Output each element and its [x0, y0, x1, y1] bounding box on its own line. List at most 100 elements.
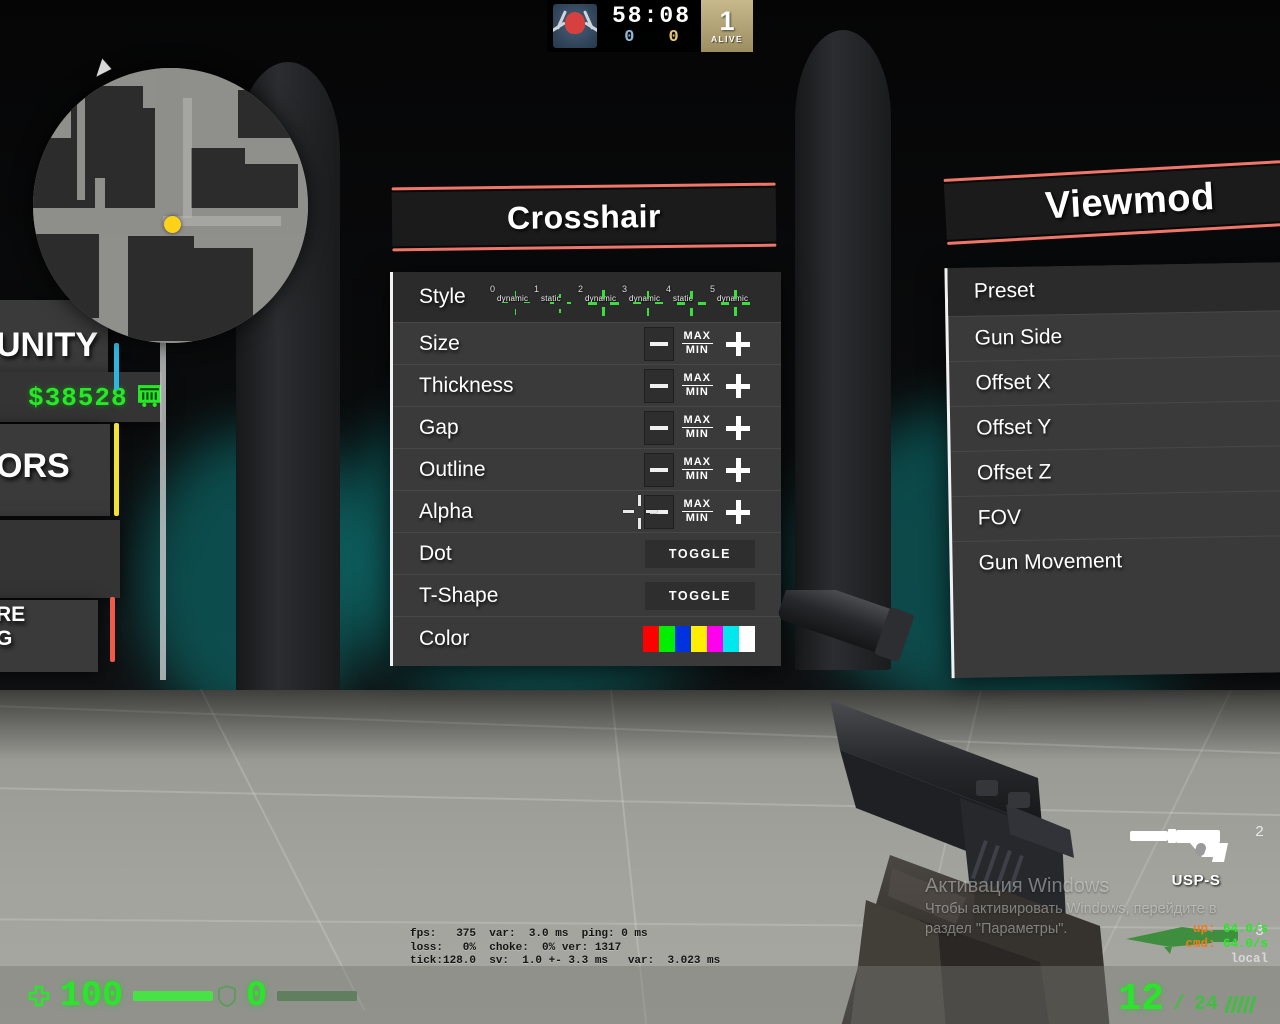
crosshair-row-thickness[interactable]: Thickness MAX MIN: [393, 364, 781, 406]
max-label[interactable]: MAX: [681, 330, 713, 344]
money-value: $38528: [28, 383, 128, 413]
color-swatch-green[interactable]: [659, 625, 675, 652]
style-option-2[interactable]: 2 dynamic: [578, 284, 623, 316]
min-label[interactable]: MIN: [686, 470, 709, 483]
color-swatches[interactable]: [643, 625, 755, 652]
alpha-increase-button[interactable]: [721, 494, 755, 530]
row-label: Preset: [973, 278, 1035, 303]
style-option-4[interactable]: 4 static: [666, 284, 711, 316]
outline-decrease-button[interactable]: [643, 452, 674, 487]
ammo-current: 12: [1118, 978, 1164, 1021]
color-swatch-magenta[interactable]: [707, 625, 723, 652]
row-label: Style: [419, 285, 466, 308]
viewmodel-row-offset-z[interactable]: Offset Z: [950, 444, 1280, 497]
row-label: Color: [419, 626, 470, 650]
health-cross-icon: [28, 985, 50, 1007]
viewmodel-row-offset-x[interactable]: Offset X: [949, 354, 1280, 407]
color-swatch-cyan[interactable]: [723, 625, 739, 652]
crosshair-row-outline[interactable]: Outline MAX MIN: [393, 448, 781, 490]
color-swatch-yellow[interactable]: [691, 625, 707, 652]
score-t: 0: [668, 28, 679, 47]
thickness-maxmin[interactable]: MAX MIN: [681, 372, 713, 399]
crosshair-row-color[interactable]: Color: [393, 616, 781, 660]
netgraph-cmd-key: cmd:: [1185, 937, 1216, 951]
crosshair-row-dot[interactable]: Dot TOGGLE: [393, 532, 781, 574]
size-increase-button[interactable]: [721, 326, 755, 362]
radar-player-dot: [164, 216, 181, 233]
color-swatch-white[interactable]: [739, 625, 755, 652]
viewmodel-row-gun-movement[interactable]: Gun Movement: [952, 534, 1280, 587]
weapon-slot-primary[interactable]: 2: [1126, 818, 1266, 876]
color-swatch-blue[interactable]: [675, 625, 691, 652]
min-label[interactable]: MIN: [686, 344, 709, 357]
style-option-3[interactable]: 3 dynamic: [622, 284, 667, 316]
ammo-counter: 12 / 24: [1118, 978, 1257, 1021]
crosshair-menu: Style 0 dynamic: [390, 272, 781, 666]
netgraph-cmd-value: 64.0/s: [1222, 937, 1268, 951]
pillar-right: [795, 30, 891, 670]
viewmodel-row-offset-y[interactable]: Offset Y: [949, 399, 1280, 452]
color-swatch-red[interactable]: [643, 625, 659, 652]
row-label: Thickness: [419, 373, 514, 397]
row-label: Gun Movement: [978, 549, 1123, 575]
style-option-1[interactable]: 1 static: [534, 284, 579, 313]
size-maxmin[interactable]: MAX MIN: [681, 330, 713, 357]
crosshair-row-tshape[interactable]: T-Shape TOGGLE: [393, 574, 781, 616]
gap-decrease-button[interactable]: [643, 410, 674, 445]
style-option-0[interactable]: 0 dynamic: [490, 284, 535, 315]
style-options[interactable]: 0 dynamic 1 static: [490, 284, 755, 316]
gap-maxmin[interactable]: MAX MIN: [681, 414, 713, 441]
netgraph-local: local: [1230, 952, 1268, 966]
alpha-maxmin[interactable]: MAX MIN: [681, 498, 713, 525]
armor-shield-icon: [218, 985, 236, 1007]
viewmodel-row-fov[interactable]: FOV: [951, 489, 1280, 542]
row-label: Offset Z: [976, 460, 1052, 485]
max-label[interactable]: MAX: [681, 456, 713, 470]
row-label: Gap: [419, 415, 459, 439]
accent-red: [110, 597, 115, 662]
crosshair-row-style[interactable]: Style 0 dynamic: [393, 272, 781, 322]
net-stats-line-2: loss: 0% choke: 0% ver: 1317: [410, 941, 622, 954]
min-label[interactable]: MIN: [686, 386, 709, 399]
radar-minimap: [33, 68, 308, 343]
min-label[interactable]: MIN: [686, 512, 709, 525]
weapon-slot-index: 2: [1254, 824, 1264, 841]
score-ct: 0: [624, 28, 635, 47]
health-value: 100: [60, 976, 124, 1016]
shop-box-mid: [0, 520, 120, 598]
gap-increase-button[interactable]: [721, 410, 755, 446]
row-label: Offset Y: [976, 415, 1052, 440]
viewmodel-menu-title: Viewmod: [1044, 175, 1216, 227]
health-group: 100: [28, 976, 214, 1016]
max-label[interactable]: MAX: [681, 498, 713, 512]
crosshair-row-size[interactable]: Size MAX MIN: [393, 322, 781, 364]
dot-toggle-button[interactable]: TOGGLE: [645, 539, 755, 568]
thickness-decrease-button[interactable]: [643, 368, 674, 403]
crosshair-row-gap[interactable]: Gap MAX MIN: [393, 406, 781, 448]
outline-increase-button[interactable]: [721, 452, 755, 488]
net-stats-line-1: fps: 375 var: 3.0 ms ping: 0 ms: [410, 928, 648, 940]
skull-icon: [565, 12, 585, 35]
row-label: FOV: [977, 505, 1022, 530]
max-label[interactable]: MAX: [681, 372, 713, 386]
viewmodel-row-preset[interactable]: Preset: [947, 261, 1280, 317]
tshape-toggle-button[interactable]: TOGGLE: [645, 581, 755, 610]
shopping-cart-icon: [138, 385, 161, 407]
alive-label: ALIVE: [711, 33, 744, 44]
outline-maxmin[interactable]: MAX MIN: [681, 456, 713, 483]
armor-group: 0: [218, 976, 358, 1016]
max-label[interactable]: MAX: [681, 414, 713, 428]
row-label: Size: [419, 331, 460, 355]
viewmodel-row-gun-side[interactable]: Gun Side: [948, 309, 1280, 362]
thickness-increase-button[interactable]: [721, 368, 755, 404]
style-option-5[interactable]: 5 dynamic: [710, 284, 755, 316]
min-label[interactable]: MIN: [686, 428, 709, 441]
bomb-site-icon: [553, 4, 597, 48]
shop-colors-fragment: ORS: [0, 447, 70, 485]
armor-value: 0: [246, 976, 268, 1016]
shop-bottom-fragment-1: RE: [0, 603, 26, 626]
row-label: Gun Side: [974, 325, 1063, 350]
alive-count: 1: [719, 5, 735, 36]
size-decrease-button[interactable]: [643, 326, 674, 361]
crosshair-row-alpha[interactable]: Alpha MAX MIN: [393, 490, 781, 532]
